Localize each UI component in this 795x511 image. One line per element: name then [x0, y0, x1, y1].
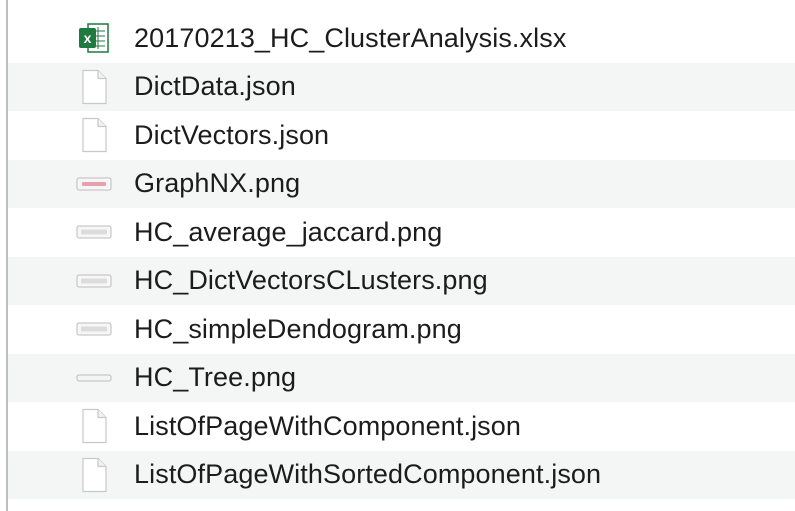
file-name: DictData.json [134, 71, 296, 102]
file-name: HC_DictVectorsCLusters.png [134, 265, 488, 296]
file-name: 20170213_HC_ClusterAnalysis.xlsx [134, 22, 567, 53]
file-row[interactable]: DictVectors.json [8, 111, 795, 160]
file-row[interactable]: HC_average_jaccard.png [8, 208, 795, 257]
excel-file-icon: x [70, 18, 118, 58]
file-row[interactable]: ListOfPageWithSortedComponent.json [8, 450, 795, 499]
file-row[interactable]: HC_Tree.png [8, 353, 795, 402]
file-row[interactable]: ListOfPageWithComponent.json [8, 402, 795, 451]
file-row[interactable]: x 20170213_HC_ClusterAnalysis.xlsx [8, 14, 795, 63]
file-name: HC_Tree.png [134, 362, 297, 393]
image-file-icon [70, 164, 118, 204]
image-file-icon [70, 212, 118, 252]
document-file-icon [70, 455, 118, 495]
file-list-panel: x 20170213_HC_ClusterAnalysis.xlsx DictD… [0, 0, 795, 511]
file-name: HC_simpleDendogram.png [134, 313, 462, 344]
document-file-icon [70, 67, 118, 107]
file-name: DictVectors.json [134, 119, 330, 150]
document-file-icon [70, 115, 118, 155]
image-file-icon [70, 309, 118, 349]
file-row[interactable]: DictData.json [8, 62, 795, 111]
file-name: ListOfPageWithComponent.json [134, 410, 521, 441]
file-row[interactable]: GraphNX.png [8, 159, 795, 208]
image-file-icon [70, 261, 118, 301]
file-name: HC_average_jaccard.png [134, 216, 443, 247]
file-row[interactable]: HC_simpleDendogram.png [8, 305, 795, 354]
file-list: x 20170213_HC_ClusterAnalysis.xlsx DictD… [8, 14, 795, 499]
document-file-icon [70, 406, 118, 446]
file-name: GraphNX.png [134, 168, 301, 199]
file-name: ListOfPageWithSortedComponent.json [134, 459, 602, 490]
svg-text:x: x [84, 30, 92, 46]
image-file-icon [70, 358, 118, 398]
file-row[interactable]: HC_DictVectorsCLusters.png [8, 256, 795, 305]
